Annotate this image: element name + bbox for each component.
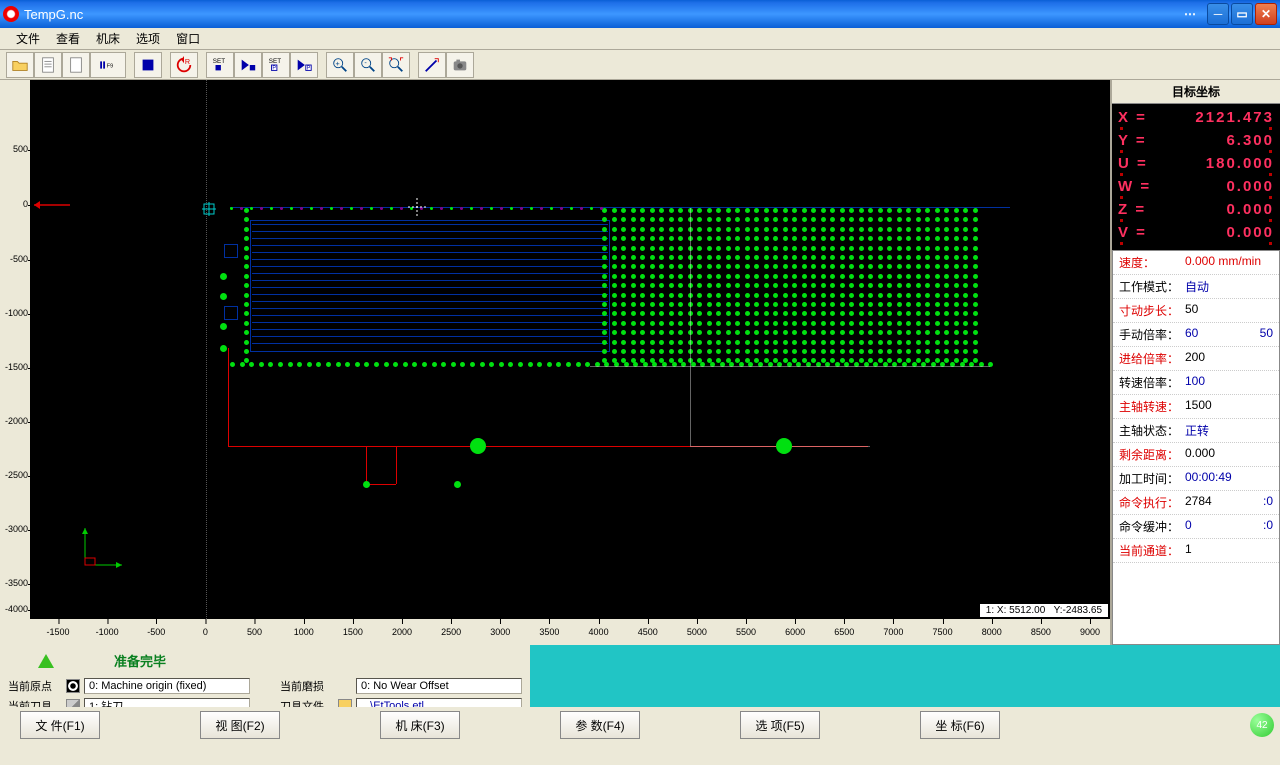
tb-page[interactable] [34, 52, 62, 78]
minimize-button[interactable]: ─ [1207, 3, 1229, 25]
fn-button-f1[interactable]: 文 件(F1) [20, 711, 100, 739]
svg-text:F9: F9 [107, 63, 113, 69]
menu-options[interactable]: 选项 [128, 28, 168, 49]
cursor-readout: 1: X: 5512.00 Y:-2483.65 [980, 604, 1108, 617]
wear-label: 当前磨损 [280, 678, 334, 694]
origin-label: 当前原点 [8, 678, 62, 694]
origin-field[interactable] [84, 678, 250, 694]
tb-stop[interactable] [134, 52, 162, 78]
dots-button[interactable]: ⋯ [1175, 3, 1205, 25]
ready-icon [38, 654, 54, 668]
svg-text:+: + [336, 58, 340, 67]
title-bar: TempG.nc ⋯ ─ ▭ ✕ [0, 0, 1280, 28]
window-title: TempG.nc [24, 7, 1175, 22]
wear-field[interactable] [356, 678, 522, 694]
coord-panel-title: 目标坐标 [1112, 80, 1280, 104]
fn-button-f2[interactable]: 视 图(F2) [200, 711, 280, 739]
tb-reset[interactable]: R [170, 52, 198, 78]
menu-window[interactable]: 窗口 [168, 28, 208, 49]
svg-text:R: R [185, 57, 190, 66]
svg-text:SET: SET [269, 58, 281, 65]
app-icon [3, 6, 19, 22]
svg-text:-: - [364, 58, 367, 67]
tb-pause-f9[interactable]: F9 [90, 52, 126, 78]
status-strip-left: 准备完毕 当前原点 当前磨损 当前刀具 [0, 645, 530, 707]
tb-skip1[interactable] [234, 52, 262, 78]
coord-box: X =2121.473Y =6.300U =180.000W =0.000Z =… [1112, 104, 1280, 250]
close-button[interactable]: ✕ [1255, 3, 1277, 25]
toolbar: F9 R SET SETP P + - [0, 50, 1280, 80]
y-ruler: 5000-500-1000-1500-2000-2500-3000-3500-4… [0, 80, 30, 619]
status-strip-right [530, 645, 1280, 707]
badge[interactable]: 42 [1250, 713, 1274, 737]
menu-view[interactable]: 查看 [48, 28, 88, 49]
tb-measure[interactable] [418, 52, 446, 78]
svg-text:P: P [272, 65, 276, 71]
tb-skip2[interactable]: P [290, 52, 318, 78]
fn-button-f3[interactable]: 机 床(F3) [380, 711, 460, 739]
maximize-button[interactable]: ▭ [1231, 3, 1253, 25]
x-ruler: -1500-1000-50005001000150020002500300035… [30, 619, 1110, 645]
fn-button-f6[interactable]: 坐 标(F6) [920, 711, 1000, 739]
fn-button-f5[interactable]: 选 项(F5) [740, 711, 820, 739]
menu-bar: 文件 查看 机床 选项 窗口 [0, 28, 1280, 50]
tb-zoom-in[interactable]: + [326, 52, 354, 78]
status-list: 速度：0.000 mm/min工作模式：自动寸动步长：50手动倍率：6050进给… [1112, 250, 1280, 645]
tb-set1[interactable]: SET [206, 52, 234, 78]
right-panel: 目标坐标 X =2121.473Y =6.300U =180.000W =0.0… [1110, 80, 1280, 645]
svg-text:P: P [307, 65, 311, 71]
tb-open[interactable] [6, 52, 34, 78]
fn-button-f4[interactable]: 参 数(F4) [560, 711, 640, 739]
tb-zoom-fit[interactable] [382, 52, 410, 78]
tb-camera[interactable] [446, 52, 474, 78]
function-key-bar: 文 件(F1) 视 图(F2) 机 床(F3) 参 数(F4) 选 项(F5) 坐 标(F… [0, 707, 1280, 743]
canvas-viewport[interactable]: 1: X: 5512.00 Y:-2483.65 [30, 80, 1110, 619]
menu-machine[interactable]: 机床 [88, 28, 128, 49]
target-icon [66, 679, 80, 693]
menu-file[interactable]: 文件 [8, 28, 48, 49]
tb-new[interactable] [62, 52, 90, 78]
ready-text: 准备完毕 [114, 651, 166, 670]
tb-zoom-out[interactable]: - [354, 52, 382, 78]
svg-text:SET: SET [213, 58, 225, 65]
tb-set2[interactable]: SETP [262, 52, 290, 78]
